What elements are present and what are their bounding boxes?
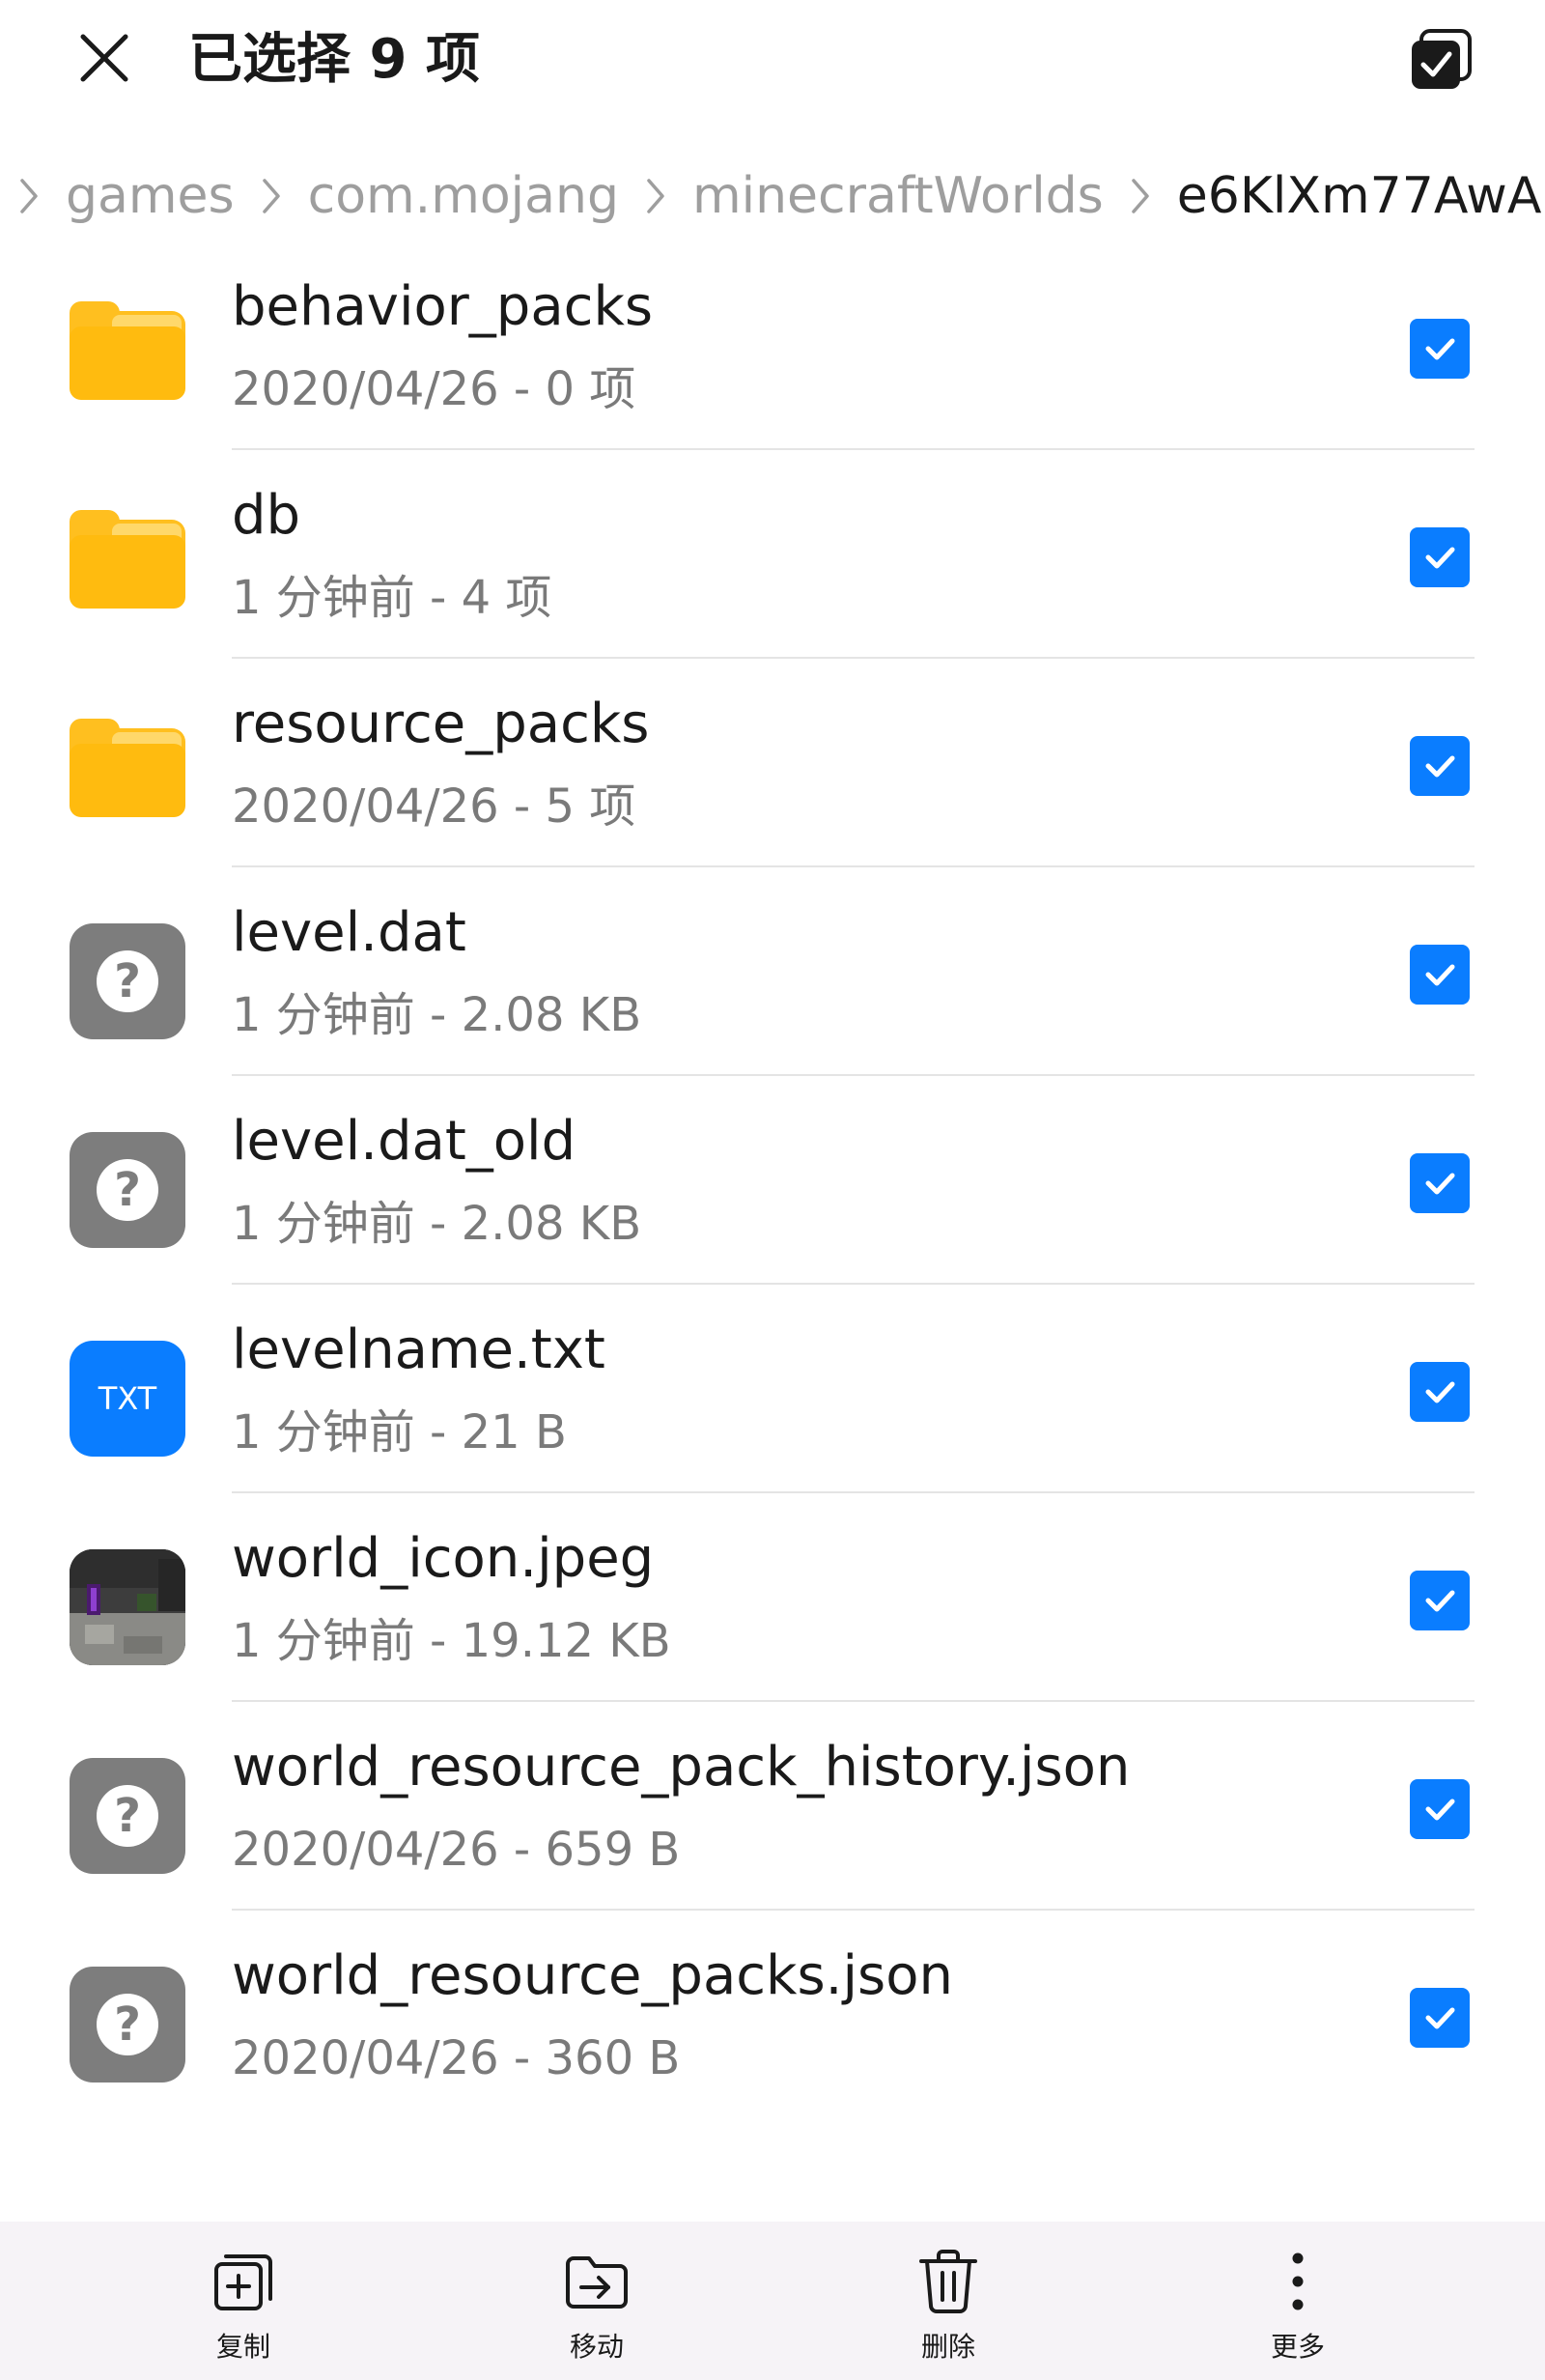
unknown-file-icon: ? — [70, 1132, 185, 1248]
select-all-icon — [1412, 29, 1472, 89]
close-icon — [80, 34, 128, 82]
txt-file-icon: TXT — [70, 1341, 185, 1457]
copy-icon — [214, 2254, 272, 2310]
move-label: 移动 — [569, 2331, 624, 2363]
more-label: 更多 — [1270, 2331, 1325, 2363]
breadcrumb-item-com-mojang[interactable]: com.mojang — [308, 153, 619, 240]
checkmark-icon — [1425, 1799, 1455, 1821]
checkmark-icon — [1425, 2007, 1455, 2029]
list-item[interactable]: ? world_resource_packs.json 2020/04/26 -… — [0, 1911, 1545, 2119]
delete-button[interactable]: 删除 — [852, 2222, 1045, 2380]
checkmark-icon — [1425, 1173, 1455, 1195]
more-button[interactable]: 更多 — [1201, 2222, 1394, 2380]
breadcrumb-item-minecraft-worlds[interactable]: minecraftWorlds — [692, 153, 1104, 240]
file-name: resource_packs — [232, 693, 650, 755]
folder-icon — [70, 715, 185, 831]
list-item[interactable]: ? level.dat_old 1 分钟前 - 2.08 KB — [0, 1076, 1545, 1285]
file-name: behavior_packs — [232, 275, 654, 338]
item-checkbox[interactable] — [1410, 1153, 1470, 1213]
chevron-right-icon — [252, 153, 291, 240]
unknown-file-icon: ? — [70, 1967, 185, 2082]
item-checkbox[interactable] — [1410, 945, 1470, 1005]
list-item[interactable]: behavior_packs 2020/04/26 - 0 项 — [0, 241, 1545, 450]
file-meta: 1 分钟前 - 2.08 KB — [232, 988, 642, 1042]
unknown-file-icon: ? — [70, 1758, 185, 1874]
close-button[interactable] — [68, 21, 141, 95]
item-checkbox[interactable] — [1410, 1988, 1470, 2048]
file-list: behavior_packs 2020/04/26 - 0 项 db 1 分钟前… — [0, 241, 1545, 2119]
file-name: world_icon.jpeg — [232, 1527, 655, 1590]
breadcrumb: games com.mojang minecraftWorlds e6KlXm7… — [0, 153, 1545, 240]
checkmark-icon — [1425, 1381, 1455, 1403]
more-vertical-icon — [1292, 2252, 1304, 2310]
chevron-right-icon — [10, 153, 48, 240]
chevron-right-icon — [1121, 153, 1160, 240]
image-thumbnail — [70, 1549, 185, 1665]
checkmark-icon — [1425, 755, 1455, 778]
list-item[interactable]: TXT levelname.txt 1 分钟前 - 21 B — [0, 1285, 1545, 1493]
trash-icon — [919, 2250, 977, 2313]
copy-button[interactable]: 复制 — [147, 2222, 340, 2380]
file-meta: 2020/04/26 - 0 项 — [232, 362, 636, 416]
item-checkbox[interactable] — [1410, 527, 1470, 587]
file-name: levelname.txt — [232, 1318, 605, 1381]
list-item[interactable]: db 1 分钟前 - 4 项 — [0, 450, 1545, 659]
unknown-file-icon: ? — [70, 923, 185, 1039]
file-meta: 1 分钟前 - 4 项 — [232, 571, 552, 625]
breadcrumb-item-games[interactable]: games — [66, 153, 235, 240]
breadcrumb-current: e6KlXm77AwA= — [1176, 167, 1545, 225]
checkmark-icon — [1425, 964, 1455, 986]
file-name: db — [232, 484, 301, 547]
copy-label: 复制 — [215, 2331, 270, 2363]
item-checkbox[interactable] — [1410, 1362, 1470, 1422]
file-meta: 1 分钟前 - 19.12 KB — [232, 1614, 671, 1668]
move-icon — [566, 2256, 628, 2309]
file-meta: 1 分钟前 - 21 B — [232, 1405, 567, 1459]
file-meta: 2020/04/26 - 360 B — [232, 2031, 681, 2085]
move-button[interactable]: 移动 — [500, 2222, 693, 2380]
file-name: level.dat — [232, 901, 466, 964]
list-item[interactable]: world_icon.jpeg 1 分钟前 - 19.12 KB — [0, 1493, 1545, 1702]
file-name: level.dat_old — [232, 1110, 576, 1173]
folder-icon — [70, 298, 185, 413]
top-bar: 已选择 9 项 — [0, 0, 1545, 126]
item-checkbox[interactable] — [1410, 1571, 1470, 1630]
folder-icon — [70, 506, 185, 622]
checkmark-icon — [1425, 338, 1455, 360]
list-item[interactable]: ? level.dat 1 分钟前 - 2.08 KB — [0, 867, 1545, 1076]
file-meta: 2020/04/26 - 659 B — [232, 1823, 681, 1877]
checkmark-icon — [1425, 547, 1455, 569]
list-item[interactable]: resource_packs 2020/04/26 - 5 项 — [0, 659, 1545, 867]
chevron-right-icon — [636, 153, 675, 240]
bottom-toolbar: 复制 移动 删除 更多 — [0, 2222, 1545, 2380]
file-name: world_resource_pack_history.json — [232, 1736, 1131, 1799]
item-checkbox[interactable] — [1410, 736, 1470, 796]
item-checkbox[interactable] — [1410, 1779, 1470, 1839]
file-meta: 2020/04/26 - 5 项 — [232, 779, 636, 834]
checkmark-icon — [1425, 1590, 1455, 1612]
list-item[interactable]: ? world_resource_pack_history.json 2020/… — [0, 1702, 1545, 1911]
select-all-button[interactable] — [1404, 23, 1477, 97]
item-checkbox[interactable] — [1410, 319, 1470, 379]
file-meta: 1 分钟前 - 2.08 KB — [232, 1197, 642, 1251]
selection-title: 已选择 9 项 — [188, 28, 480, 91]
delete-label: 删除 — [920, 2331, 975, 2363]
file-name: world_resource_packs.json — [232, 1944, 953, 2007]
